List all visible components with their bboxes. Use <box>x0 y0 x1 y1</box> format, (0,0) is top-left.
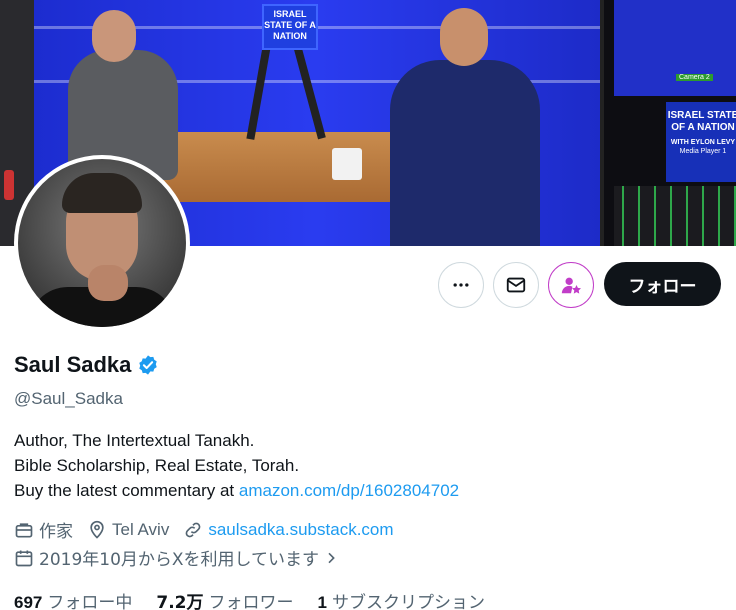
location-text: Tel Aviv <box>112 519 170 539</box>
chevron-right-icon <box>328 552 335 563</box>
banner-monitor: Camera 2 ISRAEL STATE OF A NATION WITH E… <box>600 0 736 246</box>
follow-button[interactable]: フォロー <box>604 262 721 306</box>
banner-monitor-screen: Camera 2 <box>614 0 736 96</box>
subscriptions-label: サブスクリプション <box>331 593 485 610</box>
banner-camera-label: Camera 2 <box>676 74 713 81</box>
category-item: 作家 <box>14 517 73 542</box>
following-count: 697 <box>14 593 43 610</box>
banner-monitor-subtitle: WITH EYLON LEVY <box>670 139 736 146</box>
website-link[interactable]: saulsadka.substack.com <box>208 520 393 540</box>
avatar-hair <box>62 173 142 213</box>
bio-line: Buy the latest commentary at amazon.com/… <box>14 478 459 503</box>
banner-monitor-caption: Media Player 1 <box>679 148 727 155</box>
following-stat[interactable]: 697 フォロー中 <box>14 588 132 610</box>
bio: Author, The Intertextual Tanakh. Bible S… <box>14 428 459 503</box>
link-icon <box>185 522 201 537</box>
message-button[interactable] <box>493 262 539 308</box>
avatar-hand <box>88 265 128 301</box>
subscribe-button[interactable] <box>548 262 594 308</box>
subscriptions-stat[interactable]: 1 サブスクリプション <box>318 588 485 610</box>
banner-show-sign: ISRAEL STATE OF A NATION <box>262 4 318 50</box>
followers-stat[interactable]: 7.2万 フォロワー <box>156 588 293 610</box>
joined-item[interactable]: 2019年10月からXを利用しています <box>14 545 344 570</box>
handle: @Saul_Sadka <box>14 389 123 408</box>
category-text: 作家 <box>39 522 73 542</box>
joined-text: 2019年10月からXを利用しています <box>39 550 320 570</box>
verified-badge-icon[interactable] <box>137 354 159 376</box>
followers-count: 7.2万 <box>156 593 204 610</box>
subscribe-star-icon <box>561 277 581 294</box>
location-pin-icon <box>90 520 104 539</box>
banner-host <box>390 60 540 246</box>
banner-host-head <box>440 8 488 66</box>
followers-label: フォロワー <box>208 593 294 610</box>
joined-row[interactable]: 2019年10月からXを利用しています <box>14 545 358 570</box>
following-label: フォロー中 <box>47 593 133 610</box>
name-row: Saul Sadka <box>14 352 159 378</box>
website-item[interactable]: saulsadka.substack.com <box>183 520 394 540</box>
bio-amazon-link[interactable]: amazon.com/dp/1602804702 <box>239 481 459 500</box>
bio-line-text: Buy the latest commentary at <box>14 481 235 500</box>
display-name: Saul Sadka <box>14 352 132 377</box>
briefcase-icon <box>15 522 33 537</box>
banner-red-light <box>4 170 14 200</box>
avatar-photo <box>18 159 186 327</box>
banner-mug <box>332 148 362 180</box>
banner-guest-head <box>92 10 136 62</box>
banner-monitor-title: ISRAEL STATE OF A NATION <box>667 110 736 133</box>
subscriptions-count: 1 <box>317 593 327 610</box>
banner-monitor-panel: ISRAEL STATE OF A NATION WITH EYLON LEVY… <box>666 102 736 182</box>
more-button[interactable] <box>438 262 484 308</box>
banner-audio-meters <box>614 186 736 246</box>
avatar[interactable] <box>14 155 190 331</box>
profile-meta: 作家 Tel Aviv saulsadka.substack.com <box>14 517 408 542</box>
bio-line: Author, The Intertextual Tanakh. <box>14 431 255 450</box>
location-item: Tel Aviv <box>87 520 169 540</box>
more-icon <box>453 283 469 287</box>
calendar-icon <box>15 550 33 566</box>
envelope-icon <box>506 277 526 293</box>
bio-line: Bible Scholarship, Real Estate, Torah. <box>14 456 300 475</box>
follow-stats: 697 フォロー中 7.2万 フォロワー 1 サブスクリプション <box>14 588 509 610</box>
